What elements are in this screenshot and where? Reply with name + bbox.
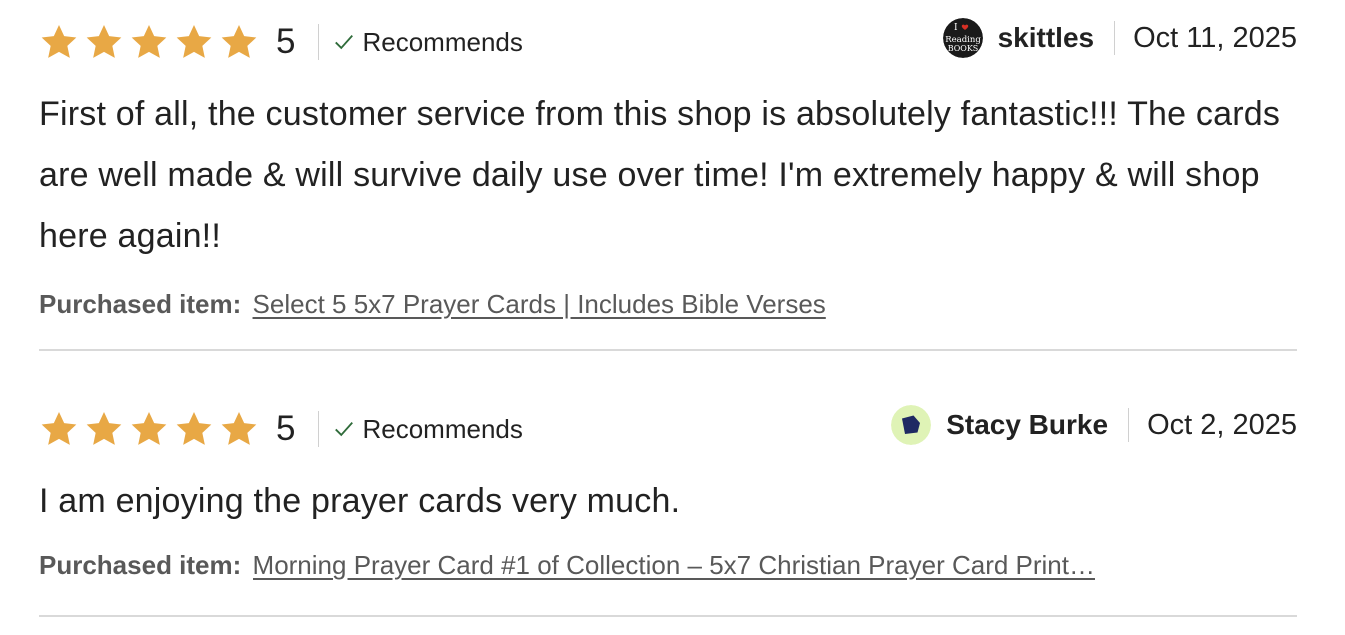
star-icon — [84, 409, 124, 449]
reviews-list: 5 Recommends I Reading BOOKS skittles Oc… — [0, 0, 1345, 635]
review-header: 5 Recommends I Reading BOOKS skittles Oc… — [39, 18, 1297, 70]
purchased-item-label: Purchased item: — [39, 289, 242, 319]
author-name[interactable]: skittles — [998, 22, 1095, 54]
star-icon — [174, 409, 214, 449]
review-text: First of all, the customer service from … — [39, 95, 1281, 255]
review-text: I am enjoying the prayer cards very much… — [39, 482, 681, 520]
svg-text:I: I — [954, 23, 958, 33]
review-header: 5 Recommends Stacy Burke Oct 2, 2025 — [39, 405, 1297, 457]
review-author: Stacy Burke Oct 2, 2025 — [891, 405, 1297, 445]
vertical-divider — [1114, 21, 1116, 55]
vertical-divider — [1128, 408, 1130, 442]
star-rating: 5 Recommends — [39, 22, 523, 62]
purchased-item-link[interactable]: Morning Prayer Card #1 of Collection – 5… — [253, 550, 1095, 581]
purchased-item-label: Purchased item: — [39, 550, 242, 580]
author-name[interactable]: Stacy Burke — [946, 409, 1108, 441]
review-card: 5 Recommends Stacy Burke Oct 2, 2025 I a… — [39, 405, 1297, 581]
svg-text:BOOKS: BOOKS — [947, 44, 978, 53]
review-separator — [39, 615, 1297, 617]
star-icon — [219, 409, 259, 449]
recommends-label: Recommends — [362, 413, 523, 444]
check-icon — [335, 421, 354, 437]
rating-score: 5 — [276, 22, 296, 61]
star-icon — [39, 22, 79, 62]
vertical-divider — [318, 24, 320, 60]
vertical-divider — [318, 411, 320, 447]
review-date: Oct 2, 2025 — [1147, 408, 1297, 441]
star-icon — [219, 22, 259, 62]
star-rating: 5 Recommends — [39, 409, 523, 449]
review-separator — [39, 349, 1297, 351]
avatar[interactable]: I Reading BOOKS — [942, 18, 983, 58]
stars — [39, 22, 259, 62]
rating-score: 5 — [276, 409, 296, 448]
review-date: Oct 11, 2025 — [1133, 21, 1297, 54]
recommends-label: Recommends — [362, 26, 523, 57]
review-card: 5 Recommends I Reading BOOKS skittles Oc… — [39, 18, 1297, 320]
star-icon — [129, 409, 169, 449]
purchased-item: Purchased item: Morning Prayer Card #1 o… — [39, 550, 1297, 581]
star-icon — [174, 22, 214, 62]
star-icon — [129, 22, 169, 62]
avatar[interactable] — [891, 405, 932, 445]
star-icon — [84, 22, 124, 62]
check-icon — [335, 34, 354, 50]
purchased-item: Purchased item: Select 5 5x7 Prayer Card… — [39, 289, 1297, 320]
purchased-item-link[interactable]: Select 5 5x7 Prayer Cards | Includes Bib… — [253, 289, 826, 319]
star-icon — [39, 409, 79, 449]
review-author: I Reading BOOKS skittles Oct 11, 2025 — [942, 18, 1297, 58]
stars — [39, 409, 259, 449]
